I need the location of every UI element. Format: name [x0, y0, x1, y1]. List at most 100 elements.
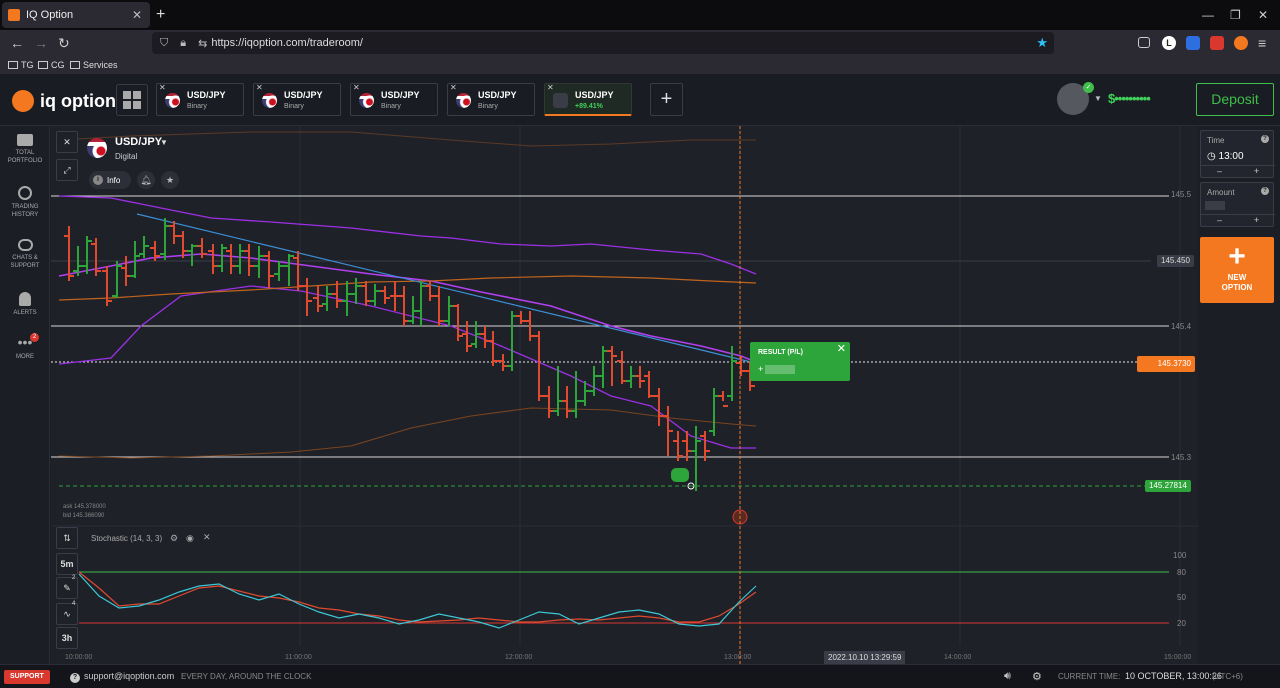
- info-icon: i: [93, 175, 103, 185]
- ask-bid-readout: ask 145.378000 bid 145.366090: [63, 504, 106, 519]
- asset-tab-active[interactable]: ✕ USD/JPY +89.41%: [544, 83, 632, 116]
- close-tab-icon[interactable]: ✕: [132, 8, 142, 22]
- support-email[interactable]: ? support@iqoption.com: [70, 671, 174, 683]
- extension-l-icon[interactable]: L: [1162, 36, 1176, 50]
- usd-jpy-flag-icon: [456, 93, 471, 108]
- stoch-level-label: 20: [1177, 619, 1186, 628]
- add-asset-button[interactable]: +: [650, 83, 683, 116]
- help-icon: ?: [70, 673, 80, 683]
- pocket-icon[interactable]: [1138, 37, 1150, 48]
- result-pl-box[interactable]: RESULT (P/L) + ✕: [750, 342, 850, 381]
- extension-badge-icon[interactable]: [1210, 36, 1224, 50]
- extension-shield-icon[interactable]: [1186, 36, 1200, 50]
- reload-icon[interactable]: ↻: [58, 35, 70, 52]
- balance[interactable]: $••••••••••: [1108, 91, 1151, 106]
- iqoption-favicon-icon: [8, 9, 20, 21]
- digital-flag-icon: [553, 93, 568, 108]
- time-minus-button[interactable]: –: [1201, 165, 1238, 177]
- indicator-label[interactable]: Stochastic (14, 3, 3): [91, 534, 162, 543]
- help-icon[interactable]: ?: [1261, 135, 1269, 143]
- timeframe-button[interactable]: 5m: [56, 553, 78, 575]
- folder-icon: [70, 61, 80, 69]
- restore-icon[interactable]: ❐: [1230, 8, 1241, 22]
- bookmark-cg[interactable]: CG: [38, 60, 65, 70]
- iqoption-logo[interactable]: iq option: [12, 90, 116, 112]
- amount-minus-button[interactable]: –: [1201, 214, 1238, 226]
- stoch-level-label: 80: [1177, 568, 1186, 577]
- usd-jpy-flag-icon: [262, 93, 277, 108]
- menu-icon[interactable]: ≡: [1258, 35, 1266, 51]
- close-icon[interactable]: ✕: [450, 83, 457, 92]
- chevron-down-icon[interactable]: ▼: [1094, 94, 1102, 103]
- app-header: iq option ✕ USD/JPY Binary ✕ USD/JPY Bin…: [0, 74, 1280, 126]
- price-level-label: 145.4: [1171, 322, 1192, 331]
- eye-icon[interactable]: ◉: [186, 533, 194, 544]
- blurred-amount: [1205, 201, 1225, 210]
- sidebar-item-history[interactable]: TRADING HISTORY: [0, 186, 50, 219]
- info-button[interactable]: i Info: [89, 171, 131, 189]
- close-icon[interactable]: ✕: [159, 83, 166, 92]
- amount-plus-button[interactable]: +: [1238, 214, 1275, 226]
- settings-gear-icon[interactable]: ⚙: [1032, 670, 1042, 683]
- folder-icon: [8, 61, 18, 69]
- extension-fox-icon[interactable]: [1234, 36, 1248, 50]
- expand-chart-button[interactable]: ⤢: [56, 159, 78, 181]
- volume-icon[interactable]: 🔊︎: [1004, 670, 1011, 683]
- time-selector[interactable]: Time ? ◷ 13:00 – +: [1200, 130, 1275, 178]
- price-chart[interactable]: [51, 126, 1198, 664]
- lock-icon: 🔒︎: [180, 36, 187, 49]
- gear-icon[interactable]: ⚙: [170, 533, 178, 544]
- address-bar[interactable]: ⛉ 🔒︎ ⇆ https://iqoption.com/traderoom/ ★: [152, 32, 1054, 54]
- indicator-tool-button[interactable]: ⇅: [56, 527, 78, 549]
- range-button[interactable]: 3h: [56, 627, 78, 649]
- forward-icon[interactable]: →: [34, 35, 48, 51]
- help-icon[interactable]: ?: [1261, 187, 1269, 195]
- close-icon[interactable]: ✕: [353, 83, 360, 92]
- time-tick: 15:00:00: [1164, 654, 1192, 661]
- close-icon[interactable]: ✕: [837, 342, 846, 355]
- new-option-button[interactable]: + NEW OPTION: [1200, 237, 1274, 303]
- close-chart-button[interactable]: ✕: [56, 131, 78, 153]
- support-button[interactable]: SUPPORT: [4, 670, 50, 684]
- asset-tab[interactable]: ✕ USD/JPY Binary: [253, 83, 341, 116]
- chevron-down-icon[interactable]: ▼: [160, 138, 168, 147]
- permissions-icon: ⇆: [198, 37, 208, 50]
- favorite-star-button[interactable]: ★: [161, 171, 179, 189]
- close-window-icon[interactable]: ✕: [1258, 8, 1268, 22]
- price-level-label: 145.3: [1171, 453, 1192, 462]
- more-badge: 2: [30, 333, 39, 342]
- browser-tab[interactable]: IQ Option ✕: [2, 2, 150, 28]
- logo-icon: [12, 90, 34, 112]
- alert-bell-button[interactable]: 🔔︎: [137, 171, 155, 189]
- close-icon[interactable]: ✕: [203, 532, 211, 543]
- sidebar-item-alerts[interactable]: ALERTS: [0, 292, 50, 317]
- close-icon[interactable]: ✕: [256, 83, 263, 92]
- sidebar-item-portfolio[interactable]: TOTAL PORTFOLIO: [0, 134, 50, 165]
- current-price-tag: 145.3730: [1137, 356, 1195, 372]
- bookmark-services[interactable]: Services: [70, 60, 118, 70]
- new-tab-button[interactable]: +: [156, 6, 165, 24]
- current-time-value: 10 OCTOBER, 13:00:26: [1125, 671, 1222, 681]
- back-icon[interactable]: ←: [10, 35, 24, 51]
- chart-asset-title[interactable]: USD/JPY: [115, 136, 162, 148]
- sidebar-item-more[interactable]: ••• MORE 2: [0, 333, 50, 361]
- browser-tab-title: IQ Option: [26, 9, 74, 21]
- timezone: (UTC+6): [1212, 672, 1243, 681]
- bookmark-star-icon[interactable]: ★: [1036, 35, 1048, 51]
- asset-grid-button[interactable]: [116, 84, 148, 116]
- asset-tab[interactable]: ✕ USD/JPY Binary: [350, 83, 438, 116]
- time-plus-button[interactable]: +: [1238, 165, 1275, 177]
- time-tick: 13:00:00: [724, 654, 752, 661]
- deposit-button[interactable]: Deposit: [1196, 83, 1274, 116]
- sidebar-item-chats[interactable]: CHATS & SUPPORT: [0, 239, 50, 270]
- chat-icon: [17, 239, 33, 251]
- close-icon[interactable]: ✕: [547, 83, 554, 92]
- history-icon: [18, 186, 32, 200]
- chart-area[interactable]: ✕ ⤢ USD/JPY ▼ Digital i Info 🔔︎ ★ 145.5 …: [51, 126, 1198, 664]
- amount-input[interactable]: Amount ? – +: [1200, 182, 1275, 227]
- bookmark-tg[interactable]: TG: [8, 60, 34, 70]
- asset-tab[interactable]: ✕ USD/JPY Binary: [447, 83, 535, 116]
- price-alert-tag[interactable]: 145.450: [1157, 255, 1194, 267]
- asset-tab[interactable]: ✕ USD/JPY Binary: [156, 83, 244, 116]
- minimize-icon[interactable]: —: [1202, 8, 1214, 22]
